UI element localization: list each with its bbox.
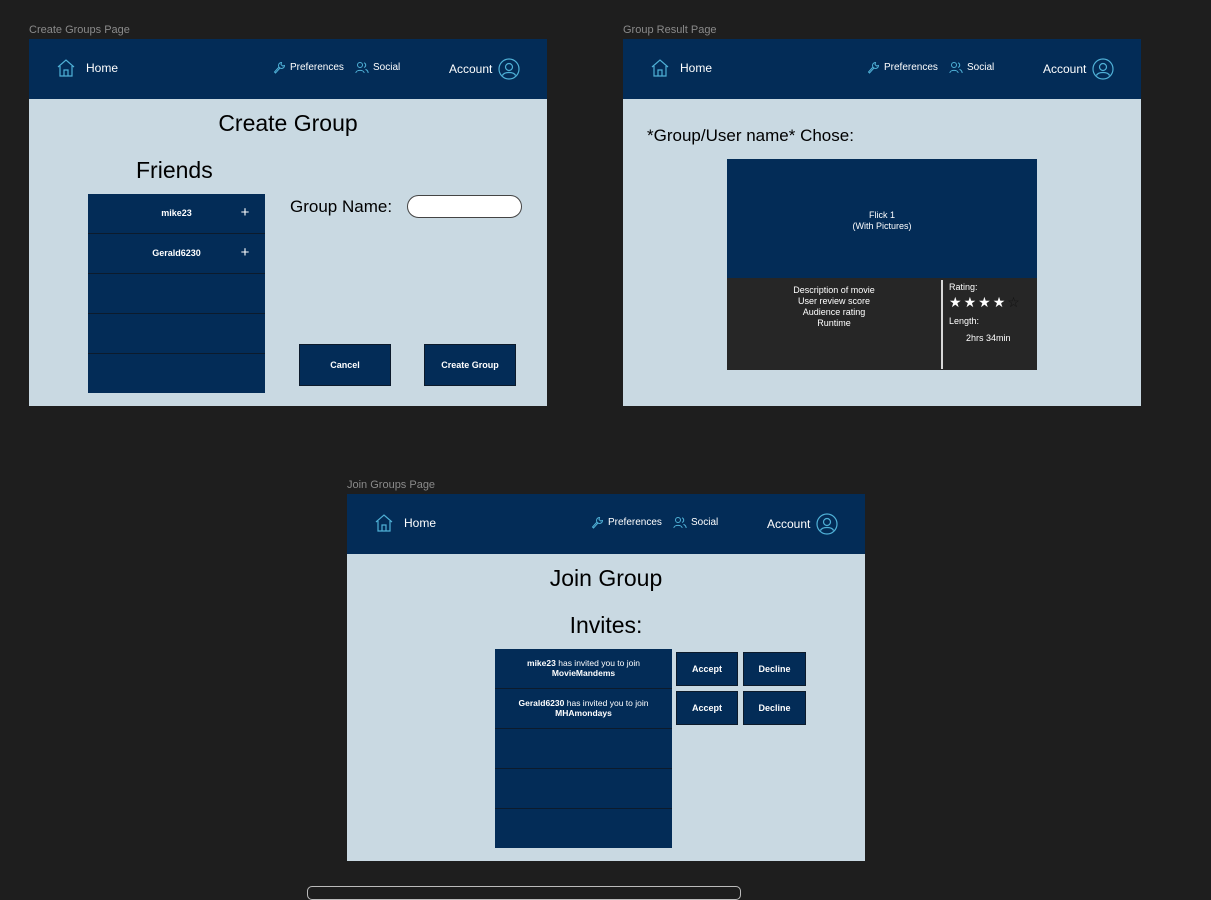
invite-row-empty [495, 729, 672, 769]
user-avatar-icon [1092, 58, 1114, 80]
star-empty-icon: ☆ [1007, 294, 1022, 310]
frame-label-create: Create Groups Page [29, 24, 130, 36]
create-groups-frame: Home Preferences Social Account Create G… [29, 39, 547, 406]
star-filled-icon: ★ [992, 294, 1008, 310]
page-title: Join Group [549, 565, 663, 591]
horizontal-scrollbar[interactable] [307, 886, 741, 900]
invite-user: mike23 [527, 658, 556, 668]
page-title: Create Group [218, 110, 358, 136]
star-filled-icon: ★ [978, 294, 993, 310]
nav-home-label: Home [86, 61, 119, 75]
nav-preferences-label: Preferences [290, 62, 344, 73]
nav-home-link[interactable]: Home [56, 58, 118, 78]
add-friend-plus-icon[interactable]: + [238, 203, 252, 223]
group-result-frame: Home Preferences Social Account *Group/U… [623, 39, 1141, 406]
chose-heading: *Group/User name* Chose: [647, 126, 854, 145]
nav-home-label: Home [404, 516, 437, 530]
cancel-button[interactable]: Cancel [299, 344, 391, 386]
length-label: Length: [949, 316, 980, 326]
star-rating: ★★★★☆ [949, 294, 1022, 311]
nav-preferences-label: Preferences [608, 517, 662, 528]
create-group-button[interactable]: Create Group [424, 344, 516, 386]
group-name-label: Group Name: [290, 197, 393, 216]
description-line: Description of movie [793, 285, 875, 295]
description-line: User review score [797, 296, 871, 306]
nav-account-link[interactable]: Account [1043, 58, 1114, 80]
rating-label: Rating: [949, 282, 978, 292]
nav-social-link[interactable]: Social [355, 61, 400, 74]
frame-label-result: Group Result Page [623, 24, 717, 36]
nav-home-label: Home [680, 61, 713, 75]
nav-account-label: Account [1043, 62, 1087, 76]
nav-social-label: Social [691, 517, 719, 528]
wrench-icon [591, 516, 604, 529]
group-name-input[interactable] [407, 195, 522, 218]
star-filled-icon: ★ [949, 294, 964, 310]
invite-row: Gerald6230 has invited you to join MHAmo… [495, 689, 672, 729]
friend-row-empty [88, 274, 265, 314]
nav-preferences-link[interactable]: Preferences [867, 61, 938, 74]
invite-group-name: MHAmondays [555, 708, 612, 718]
invites-heading: Invites: [569, 612, 643, 638]
info-divider [941, 280, 943, 369]
decline-invite-button[interactable]: Decline [743, 652, 806, 686]
friends-heading: Friends [136, 157, 213, 183]
wrench-icon [273, 61, 286, 74]
wrench-icon [867, 61, 880, 74]
user-avatar-icon [816, 513, 838, 535]
nav-bar: Home Preferences Social Account [29, 39, 547, 99]
movie-poster: Flick 1 (With Pictures) [727, 159, 1037, 278]
join-groups-frame: Home Preferences Social Account Join Gro… [347, 494, 865, 861]
length-value: 2hrs 34min [966, 333, 1011, 343]
nav-preferences-link[interactable]: Preferences [273, 61, 344, 74]
description-line: Runtime [817, 318, 851, 328]
invites-list: mike23 has invited you to join MovieMand… [495, 649, 672, 848]
invite-row: mike23 has invited you to join MovieMand… [495, 649, 672, 689]
invite-text: has invited you to join [558, 658, 640, 668]
friend-row-empty [88, 354, 265, 393]
nav-home-link[interactable]: Home [650, 58, 712, 78]
friends-list: mike23 + Gerald6230 + [88, 194, 265, 393]
description-line: Audience rating [802, 307, 866, 317]
invite-group-name: MovieMandems [551, 668, 616, 678]
friend-row: mike23 + [88, 194, 265, 234]
nav-account-link[interactable]: Account [767, 513, 838, 535]
friend-row-empty [88, 314, 265, 354]
nav-social-label: Social [373, 62, 401, 73]
nav-bar: Home Preferences Social Account [623, 39, 1141, 99]
add-friend-plus-icon[interactable]: + [238, 243, 252, 263]
movie-subtitle: (With Pictures) [852, 221, 912, 231]
users-icon [355, 61, 369, 74]
frame-label-join: Join Groups Page [347, 479, 436, 491]
nav-social-label: Social [967, 62, 995, 73]
users-icon [949, 61, 963, 74]
home-icon [650, 58, 670, 78]
nav-social-link[interactable]: Social [949, 61, 994, 74]
users-icon [673, 516, 687, 529]
home-icon [56, 58, 76, 78]
nav-account-link[interactable]: Account [449, 58, 520, 80]
home-icon [374, 513, 394, 533]
star-filled-icon: ★ [963, 294, 979, 310]
accept-invite-button[interactable]: Accept [676, 652, 738, 686]
invite-row-empty [495, 769, 672, 809]
invite-user: Gerald6230 [518, 698, 565, 708]
invite-row-empty [495, 809, 672, 848]
accept-invite-button[interactable]: Accept [676, 691, 738, 725]
invite-text: has invited you to join [566, 698, 649, 708]
nav-bar: Home Preferences Social Account [347, 494, 865, 554]
movie-info-panel: Description of movie User review score A… [727, 278, 1037, 370]
nav-account-label: Account [449, 62, 493, 76]
nav-preferences-label: Preferences [884, 62, 938, 73]
nav-preferences-link[interactable]: Preferences [591, 516, 662, 529]
nav-home-link[interactable]: Home [374, 513, 436, 533]
nav-social-link[interactable]: Social [673, 516, 718, 529]
movie-title: Flick 1 [868, 210, 895, 220]
movie-description: Description of movie User review score A… [727, 285, 941, 329]
friend-row: Gerald6230 + [88, 234, 265, 274]
nav-account-label: Account [767, 517, 811, 531]
user-avatar-icon [498, 58, 520, 80]
decline-invite-button[interactable]: Decline [743, 691, 806, 725]
